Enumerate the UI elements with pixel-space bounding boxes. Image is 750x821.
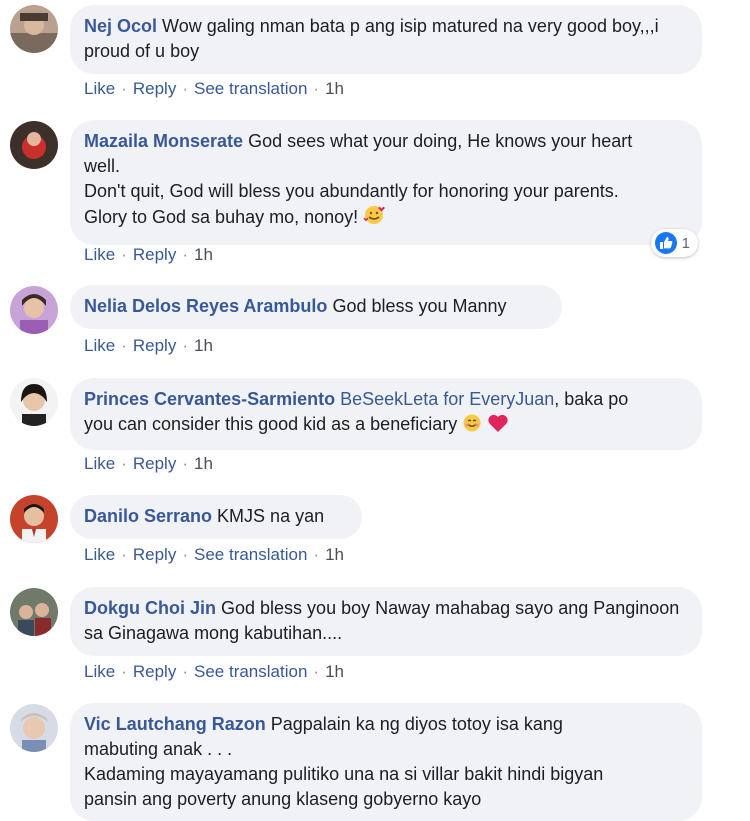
comment-text-line: Kadaming mayayamang pulitiko una na si v… (84, 764, 604, 784)
comment-bubble: Nelia Delos Reyes Arambulo God bless you… (70, 285, 562, 329)
comment-bubble: Danilo Serrano KMJS na yan (70, 495, 362, 539)
separator: · (182, 545, 188, 564)
comment-text-line: well. (84, 156, 121, 176)
like-link[interactable]: Like (84, 545, 115, 564)
reply-link[interactable]: Reply (133, 662, 176, 681)
like-link[interactable]: Like (84, 336, 115, 355)
comment-text-line: Don't quit, God will bless you abundantl… (84, 181, 619, 201)
separator: · (121, 79, 127, 98)
separator: · (121, 245, 127, 264)
comment-actions: Like · Reply · 1h (84, 454, 213, 474)
reaction-summary[interactable]: 1 (650, 229, 698, 257)
like-link[interactable]: Like (84, 245, 115, 264)
comment-author[interactable]: Mazaila Monserate (84, 131, 243, 151)
separator: · (182, 454, 188, 473)
comment-text-line: Pagpalain ka ng diyos totoy isa kang (270, 714, 563, 734)
comment-text: Wow galing nman bata p ang isip matured … (84, 16, 659, 61)
comment-text-line: God sees what your doing, He knows your … (248, 131, 633, 151)
comment-author[interactable]: Danilo Serrano (84, 506, 212, 526)
avatar[interactable] (10, 588, 58, 636)
avatar[interactable] (10, 121, 58, 169)
comment-author[interactable]: Dokgu Choi Jin (84, 598, 216, 618)
comment-timestamp[interactable]: 1h (194, 245, 213, 264)
separator: · (313, 662, 320, 681)
avatar[interactable] (10, 286, 58, 334)
comment-timestamp[interactable]: 1h (325, 79, 344, 98)
separator: · (313, 545, 320, 564)
comment-author[interactable]: Princes Cervantes-Sarmiento (84, 389, 335, 409)
comment-text-line: mabuting anak . . . (84, 739, 233, 759)
comment-actions: Like · Reply · See translation · 1h (84, 545, 344, 565)
see-translation-link[interactable]: See translation (194, 545, 307, 564)
comment-author[interactable]: Nej Ocol (84, 16, 157, 36)
comment-text-line: Glory to God sa buhay mo, nonoy! (84, 207, 359, 227)
reply-link[interactable]: Reply (133, 454, 176, 473)
reply-link[interactable]: Reply (133, 79, 176, 98)
red-heart-icon (487, 413, 509, 440)
comment-actions: Like · Reply · See translation · 1h (84, 79, 344, 99)
like-link[interactable]: Like (84, 79, 115, 98)
separator: · (182, 245, 188, 264)
comment-text: KMJS na yan (217, 506, 325, 526)
comment-bubble: Mazaila Monserate God sees what your doi… (70, 120, 702, 245)
see-translation-link[interactable]: See translation (194, 662, 307, 681)
comment-bubble: Nej Ocol Wow galing nman bata p ang isip… (70, 5, 702, 74)
separator: · (121, 662, 127, 681)
comment-text-line: pansin ang poverty anung klaseng gobyern… (84, 789, 482, 809)
comment-text: God bless you Manny (332, 296, 507, 316)
separator: · (182, 336, 188, 355)
avatar[interactable] (10, 495, 58, 543)
comment-timestamp[interactable]: 1h (325, 662, 344, 681)
avatar[interactable] (10, 378, 58, 426)
avatar[interactable] (10, 704, 58, 752)
comment-author[interactable]: Nelia Delos Reyes Arambulo (84, 296, 327, 316)
comment-timestamp[interactable]: 1h (194, 336, 213, 355)
comment-bubble: Vic Lautchang Razon Pagpalain ka ng diyo… (70, 703, 702, 821)
mention-link[interactable]: BeSeekLeta for EveryJuan (340, 389, 554, 409)
separator: · (121, 454, 127, 473)
separator: · (313, 79, 320, 98)
comment-actions: Like · Reply · 1h (84, 336, 213, 356)
comment-actions: Like · Reply · See translation · 1h (84, 662, 344, 682)
avatar[interactable] (10, 5, 58, 53)
see-translation-link[interactable]: See translation (194, 79, 307, 98)
comment-timestamp[interactable]: 1h (325, 545, 344, 564)
reply-link[interactable]: Reply (133, 245, 176, 264)
reaction-count: 1 (681, 234, 690, 252)
reply-link[interactable]: Reply (133, 545, 176, 564)
smiling-face-with-hearts-icon (363, 204, 385, 233)
reply-link[interactable]: Reply (133, 336, 176, 355)
comment-actions: Like · Reply · 1h (84, 245, 213, 265)
like-icon (654, 232, 677, 254)
comment-text: , baka po (554, 389, 629, 409)
separator: · (182, 79, 188, 98)
separator: · (121, 336, 127, 355)
comment-bubble: Princes Cervantes-Sarmiento BeSeekLeta f… (70, 378, 702, 450)
comment-bubble: Dokgu Choi Jin God bless you boy Naway m… (70, 587, 702, 656)
like-link[interactable]: Like (84, 454, 115, 473)
separator: · (182, 662, 188, 681)
comment-text: you can consider this good kid as a bene… (84, 414, 458, 434)
smiling-face-icon (462, 413, 482, 440)
comment-author[interactable]: Vic Lautchang Razon (84, 714, 266, 734)
like-link[interactable]: Like (84, 662, 115, 681)
comment-timestamp[interactable]: 1h (194, 454, 213, 473)
separator: · (121, 545, 127, 564)
